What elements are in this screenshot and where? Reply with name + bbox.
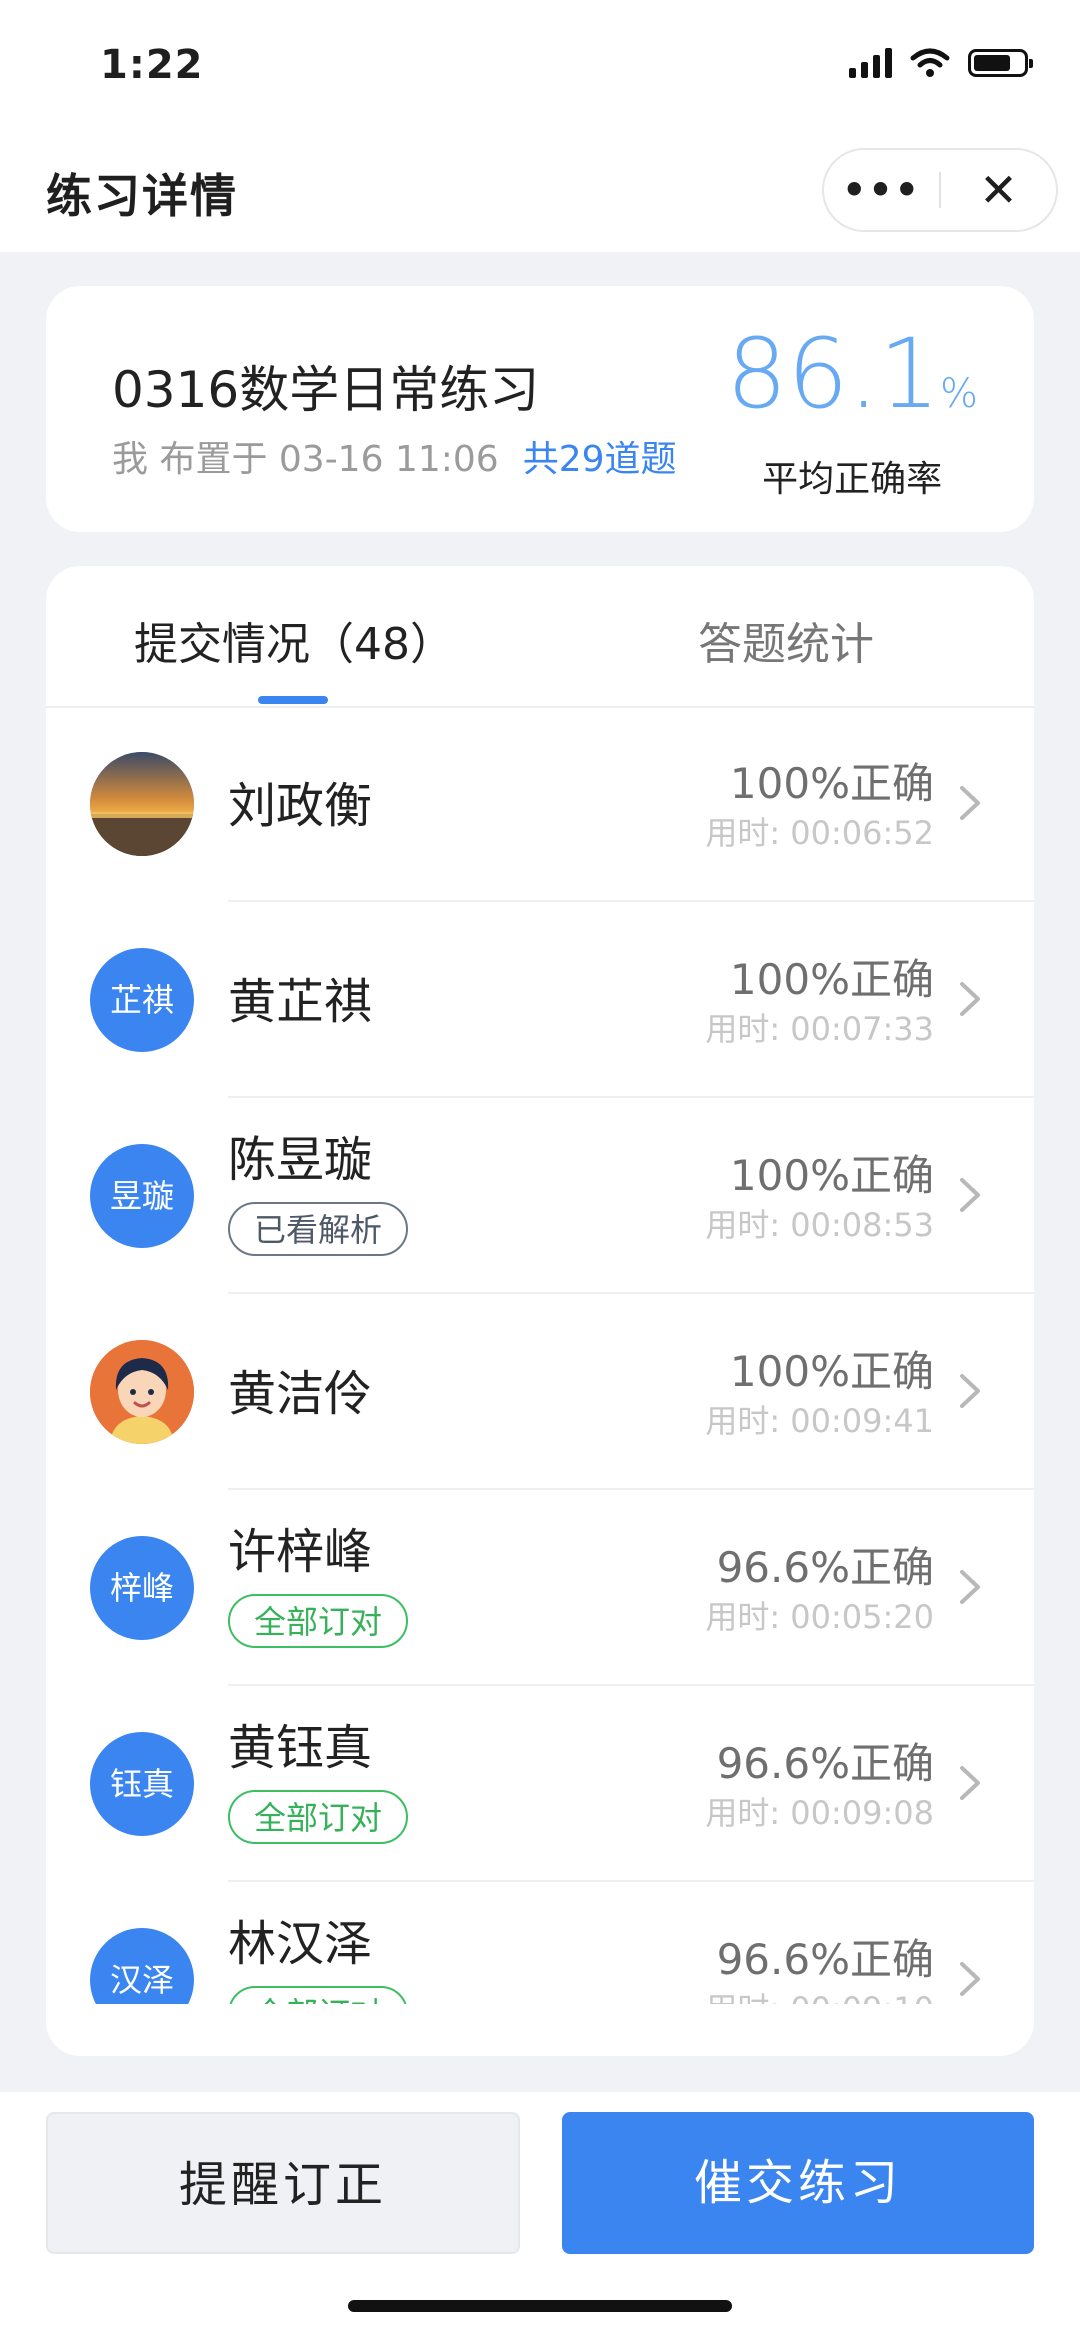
student-row[interactable]: 黄洁伶 100%正确 用时: 00:09:41 (46, 1294, 1034, 1490)
student-row[interactable]: 钰真 黄钰真 全部订对 96.6%正确 用时: 00:09:08 (46, 1686, 1034, 1882)
tab-bar: 提交情况（48） 答题统计 (46, 566, 1034, 708)
rate-value: 86.1 (726, 318, 940, 430)
student-row[interactable]: 梓峰 许梓峰 全部订对 96.6%正确 用时: 00:05:20 (46, 1490, 1034, 1686)
student-name: 许梓峰 (228, 1524, 373, 1580)
chevron-right-icon (960, 1374, 980, 1408)
status-icons (849, 48, 1033, 78)
time-used: 用时: 00:07:33 (705, 1010, 934, 1048)
chevron-right-icon (960, 1962, 980, 1996)
rate-label: 平均正确率 (762, 459, 943, 500)
student-name: 林汉泽 (228, 1916, 373, 1972)
time-used: 用时: 00:08:53 (705, 1206, 934, 1244)
rate-value-line: 86.1% (726, 324, 978, 444)
exercise-title: 0316数学日常练习 (112, 361, 540, 419)
student-name: 黄钰真 (228, 1720, 373, 1776)
avatar: 钰真 (90, 1732, 194, 1836)
tab-answer-stats[interactable]: 答题统计 (698, 608, 874, 672)
accuracy: 96.6%正确 (716, 1739, 934, 1788)
average-rate: 86.1% 平均正确率 (726, 324, 978, 502)
chevron-right-icon (960, 1570, 980, 1604)
chevron-right-icon (960, 1766, 980, 1800)
accuracy: 100%正确 (729, 955, 934, 1004)
status-badge: 全部订对 (228, 1790, 409, 1844)
student-name: 黄芷祺 (228, 974, 373, 1030)
sunset-photo-icon (90, 752, 194, 856)
status-badge: 全部订对 (228, 1986, 409, 2004)
nav-bar: 练习详情 ••• ✕ (0, 140, 1080, 252)
student-name: 刘政衡 (228, 778, 373, 834)
time-used: 用时: 00:05:20 (705, 1598, 934, 1636)
avatar: 芷祺 (90, 948, 194, 1052)
accuracy: 96.6%正确 (716, 1935, 934, 1984)
student-name: 陈昱璇 (228, 1132, 373, 1188)
active-tab-indicator (258, 696, 328, 704)
submission-card: 提交情况（48） 答题统计 刘政衡 100%正确 用时: 00:06:52 芷祺… (46, 566, 1034, 2056)
status-bar: 1:22 (0, 0, 1080, 140)
home-indicator (348, 2300, 732, 2312)
bottom-action-bar: 提醒订正 催交练习 (0, 2092, 1080, 2337)
battery-icon (968, 49, 1033, 77)
student-row[interactable]: 芷祺 黄芷祺 100%正确 用时: 00:07:33 (46, 902, 1034, 1098)
student-row[interactable]: 昱璇 陈昱璇 已看解析 100%正确 用时: 00:08:53 (46, 1098, 1034, 1294)
exercise-meta: 我 布置于 03-16 11:06 共29道题 (112, 430, 677, 482)
status-time: 1:22 (100, 42, 204, 88)
chevron-right-icon (960, 1178, 980, 1212)
avatar: 梓峰 (90, 1536, 194, 1640)
tab-submissions[interactable]: 提交情况（48） (134, 608, 454, 672)
time-used: 用时: 00:09:10 (705, 1984, 934, 2004)
avatar (90, 1340, 194, 1444)
time-used: 用时: 00:09:08 (705, 1794, 934, 1832)
close-button[interactable]: ✕ (941, 150, 1056, 230)
student-row[interactable]: 刘政衡 100%正确 用时: 00:06:52 (46, 706, 1034, 902)
avatar: 汉泽 (90, 1928, 194, 2004)
chevron-right-icon (960, 982, 980, 1016)
chevron-right-icon (960, 786, 980, 820)
time-used: 用时: 00:09:41 (705, 1402, 934, 1440)
cartoon-girl-icon (90, 1340, 194, 1444)
assign-info: 我 布置于 03-16 11:06 (112, 439, 499, 480)
student-row[interactable]: 汉泽 林汉泽 全部订对 96.6%正确 用时: 00:09:10 (46, 1882, 1034, 2004)
student-name: 黄洁伶 (228, 1366, 373, 1422)
avatar (90, 752, 194, 856)
time-used: 用时: 00:06:52 (705, 814, 934, 852)
signal-icon (849, 48, 892, 78)
mini-program-capsule: ••• ✕ (822, 148, 1058, 232)
urge-submit-button[interactable]: 催交练习 (562, 2112, 1034, 2254)
status-badge: 全部订对 (228, 1594, 409, 1648)
wifi-icon (910, 48, 950, 77)
exercise-summary-card: 0316数学日常练习 我 布置于 03-16 11:06 共29道题 86.1% … (46, 286, 1034, 532)
accuracy: 100%正确 (729, 759, 934, 808)
student-list: 刘政衡 100%正确 用时: 00:06:52 芷祺 黄芷祺 100%正确 用时… (46, 706, 1034, 2004)
accuracy: 100%正确 (729, 1347, 934, 1396)
status-badge: 已看解析 (228, 1202, 409, 1256)
more-button[interactable]: ••• (824, 150, 939, 230)
question-count: 共29道题 (522, 439, 677, 480)
page-title: 练习详情 (46, 169, 238, 223)
accuracy: 100%正确 (729, 1151, 934, 1200)
rate-unit: % (939, 371, 978, 417)
accuracy: 96.6%正确 (716, 1543, 934, 1592)
avatar: 昱璇 (90, 1144, 194, 1248)
remind-correction-button[interactable]: 提醒订正 (46, 2112, 520, 2254)
